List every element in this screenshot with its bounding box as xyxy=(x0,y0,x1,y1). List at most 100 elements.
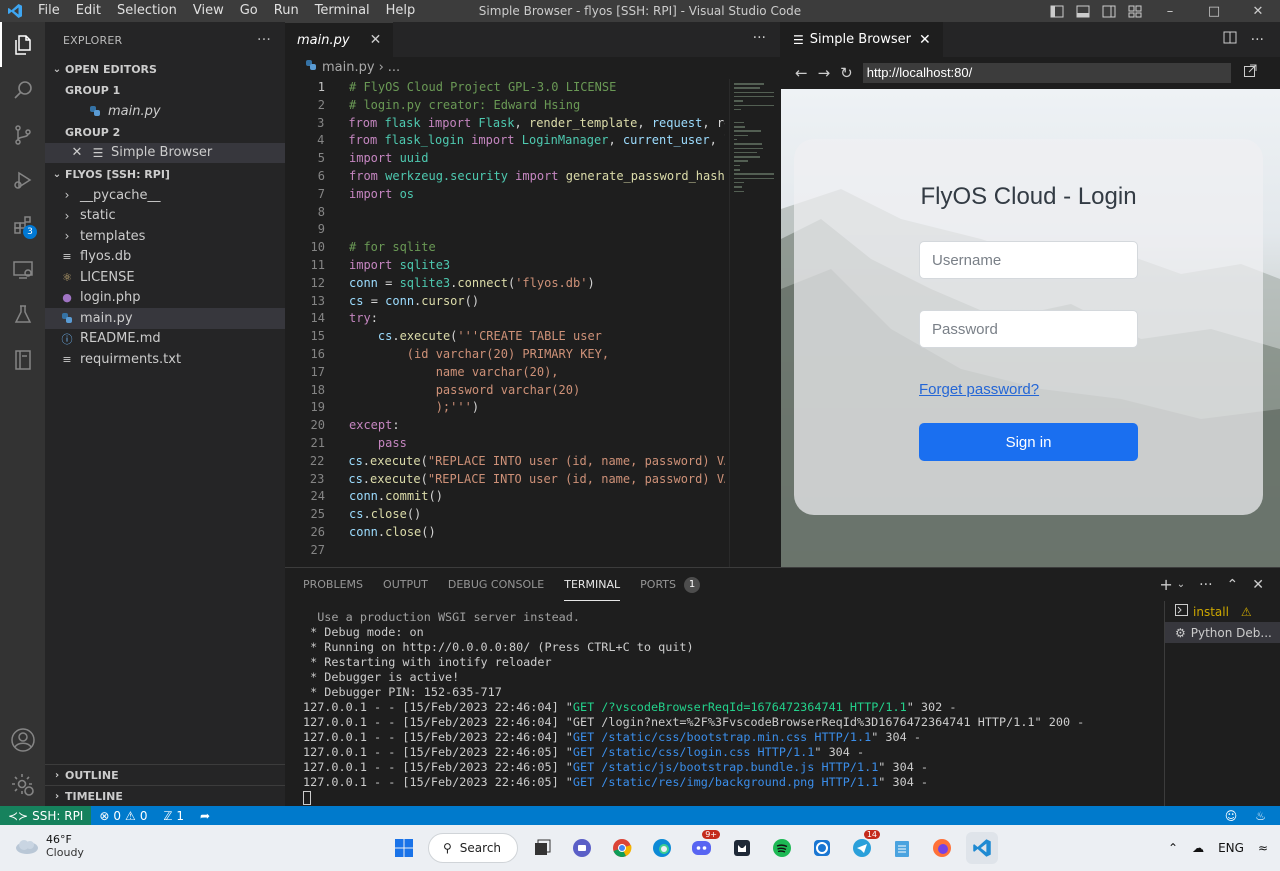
editor-more-actions-icon[interactable]: ··· xyxy=(753,30,766,46)
file-item[interactable]: › __pycache__ xyxy=(45,185,285,206)
live-share-icon[interactable]: ➦ xyxy=(192,809,218,823)
username-input[interactable] xyxy=(919,241,1138,279)
password-input[interactable] xyxy=(919,310,1138,348)
minimize-button[interactable]: – xyxy=(1148,0,1192,22)
search-icon[interactable] xyxy=(0,67,45,112)
tab-output[interactable]: OUTPUT xyxy=(383,568,428,601)
split-editor-icon[interactable] xyxy=(1223,31,1237,48)
testing-icon[interactable] xyxy=(0,292,45,337)
telegram-icon[interactable]: 14 xyxy=(846,830,880,864)
taskbar-search[interactable]: ⚲ Search xyxy=(428,833,518,863)
ports-status[interactable]: ℤ1 xyxy=(155,809,192,823)
open-editor-main-py[interactable]: main.py xyxy=(45,101,285,122)
timeline-section[interactable]: › TIMELINE xyxy=(45,785,285,806)
new-terminal-icon[interactable]: + xyxy=(1159,575,1172,594)
chevron-up-icon[interactable]: ⌃ xyxy=(1168,841,1178,855)
file-item[interactable]: ⚛ LICENSE xyxy=(45,267,285,288)
chrome-icon[interactable] xyxy=(606,832,638,864)
toggle-panel-icon[interactable] xyxy=(1070,0,1096,22)
notebook-icon[interactable] xyxy=(0,337,45,382)
onedrive-cloud-icon[interactable]: ☁ xyxy=(1192,841,1204,855)
menu-selection[interactable]: Selection xyxy=(109,0,185,22)
file-item[interactable]: ⓘ README.md xyxy=(45,329,285,350)
chevron-down-icon[interactable]: ⌄ xyxy=(1177,579,1185,590)
teams-chat-icon[interactable] xyxy=(566,832,598,864)
run-debug-icon[interactable] xyxy=(0,157,45,202)
explorer-more-actions-icon[interactable]: ··· xyxy=(257,32,271,48)
forward-arrow-icon[interactable]: → xyxy=(818,64,831,82)
terminal-item-python-debug[interactable]: ⚙ Python Deb... xyxy=(1165,622,1280,643)
menu-run[interactable]: Run xyxy=(266,0,307,22)
sign-in-button[interactable]: Sign in xyxy=(919,423,1138,461)
breadcrumb-file[interactable]: main.py xyxy=(322,57,375,79)
input-language[interactable]: ENG xyxy=(1218,841,1244,855)
manage-gear-icon[interactable] xyxy=(0,762,45,807)
open-editors-section[interactable]: ⌄ OPEN EDITORS xyxy=(45,58,285,80)
toggle-secondary-sidebar-icon[interactable] xyxy=(1096,0,1122,22)
back-arrow-icon[interactable]: ← xyxy=(795,64,808,82)
terminal-prompt[interactable] xyxy=(303,790,1163,805)
browser-more-actions-icon[interactable]: ··· xyxy=(1251,32,1264,48)
feedback-icon[interactable]: ☺ xyxy=(1225,809,1238,823)
forgot-password-link[interactable]: Forget password? xyxy=(919,381,1039,398)
accounts-icon[interactable] xyxy=(0,717,45,762)
close-window-button[interactable]: ✕ xyxy=(1236,0,1280,22)
url-input[interactable] xyxy=(862,63,1231,83)
maximize-panel-icon[interactable]: ⌃ xyxy=(1227,577,1239,593)
open-in-browser-icon[interactable] xyxy=(1243,64,1257,82)
app-cat-icon[interactable] xyxy=(726,832,758,864)
remote-indicator[interactable]: ≺≻ SSH: RPI xyxy=(0,806,92,825)
explorer-icon[interactable] xyxy=(0,22,45,67)
terminal-item-install[interactable]: install ⚠ xyxy=(1165,601,1280,622)
tab-debug-console[interactable]: DEBUG CONSOLE xyxy=(448,568,544,601)
menu-go[interactable]: Go xyxy=(232,0,266,22)
file-item[interactable]: ● login.php xyxy=(45,288,285,309)
customize-layout-icon[interactable] xyxy=(1122,0,1148,22)
open-editor-simple-browser[interactable]: ✕ ☰ Simple Browser xyxy=(45,142,285,163)
menu-help[interactable]: Help xyxy=(378,0,424,22)
tab-ports[interactable]: PORTS 1 xyxy=(640,568,700,601)
close-tab-icon[interactable]: ✕ xyxy=(919,32,931,48)
maximize-button[interactable]: □ xyxy=(1192,0,1236,22)
edge-icon[interactable] xyxy=(646,832,678,864)
discord-icon[interactable]: 9+ xyxy=(686,830,720,864)
code-area[interactable]: 1 # FlyOS Cloud Project GPL-3.0 LICENSE 2 #… xyxy=(285,79,725,560)
workspace-section[interactable]: ⌄ FLYOS [SSH: RPI] xyxy=(45,163,285,185)
close-icon[interactable]: ✕ xyxy=(69,145,85,160)
vscode-taskbar-icon[interactable] xyxy=(966,832,998,864)
source-control-icon[interactable] xyxy=(0,112,45,157)
menu-view[interactable]: View xyxy=(185,0,232,22)
toggle-primary-sidebar-icon[interactable] xyxy=(1044,0,1070,22)
spotify-icon[interactable] xyxy=(766,832,798,864)
firefox-icon[interactable] xyxy=(926,832,958,864)
wifi-icon[interactable]: ≈ xyxy=(1258,841,1268,855)
terminal-output[interactable]: Use a production WSGI server instead. * … xyxy=(303,610,1163,805)
reload-icon[interactable]: ↻ xyxy=(840,64,853,82)
file-item[interactable]: ≡ flyos.db xyxy=(45,247,285,268)
notifications-bell-icon[interactable]: ♨ xyxy=(1255,809,1266,823)
outline-section[interactable]: › OUTLINE xyxy=(45,764,285,785)
breadcrumb-more[interactable]: ... xyxy=(388,57,400,79)
remote-explorer-icon[interactable] xyxy=(0,247,45,292)
extensions-icon[interactable]: 3 xyxy=(0,202,45,247)
file-item[interactable]: › static xyxy=(45,206,285,227)
file-item[interactable]: main.py xyxy=(45,308,285,329)
file-item[interactable]: ≡ requirments.txt xyxy=(45,349,285,370)
tab-simple-browser[interactable]: ☰ Simple Browser ✕ xyxy=(781,22,943,57)
close-tab-icon[interactable]: ✕ xyxy=(370,32,382,48)
menu-file[interactable]: File xyxy=(30,0,68,22)
task-view-icon[interactable] xyxy=(526,832,558,864)
weather-widget[interactable]: 46°F Cloudy xyxy=(14,833,84,859)
tab-problems[interactable]: PROBLEMS xyxy=(303,568,363,601)
problems-status[interactable]: ⊗ 0 ⚠ 0 xyxy=(91,809,155,823)
notepad-icon[interactable] xyxy=(886,832,918,864)
windows-start-icon[interactable] xyxy=(388,832,420,864)
tab-main-py[interactable]: main.py ✕ xyxy=(285,22,393,57)
vscode-logo-icon[interactable] xyxy=(0,0,30,22)
close-panel-icon[interactable]: ✕ xyxy=(1252,577,1264,593)
signal-icon[interactable] xyxy=(806,832,838,864)
menu-terminal[interactable]: Terminal xyxy=(307,0,378,22)
minimap[interactable] xyxy=(729,79,779,567)
panel-more-actions-icon[interactable]: ··· xyxy=(1199,577,1212,593)
tab-terminal[interactable]: TERMINAL xyxy=(564,568,621,601)
